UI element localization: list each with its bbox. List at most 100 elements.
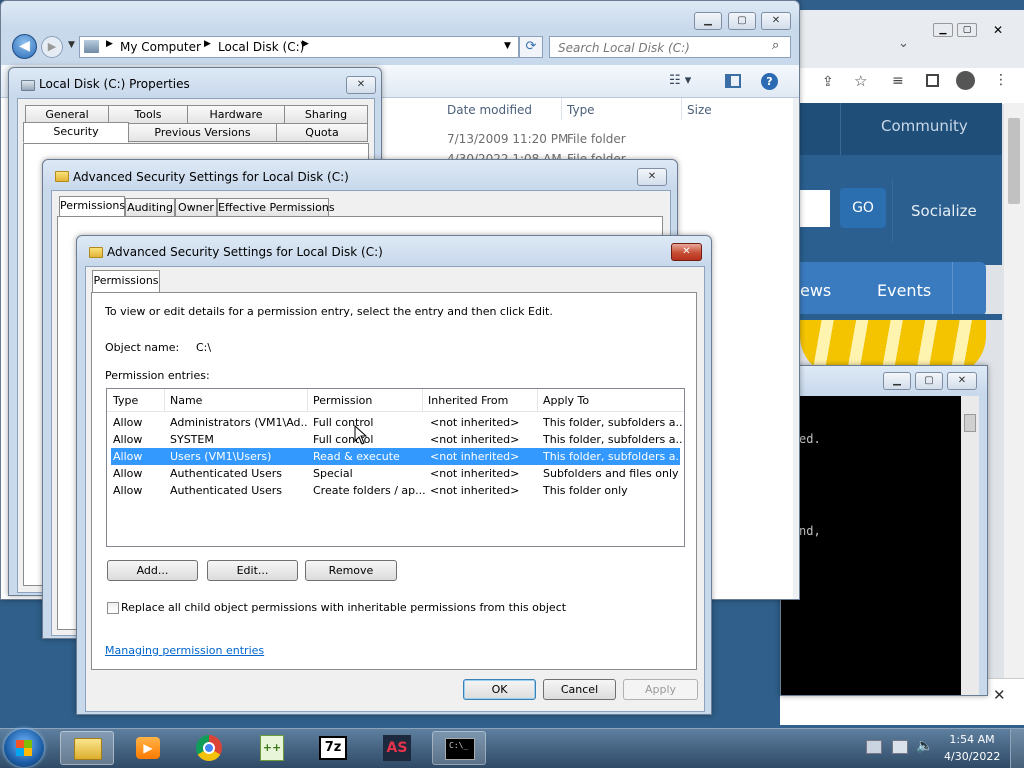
column-name[interactable]: Name [170,394,202,407]
breadcrumb-my-computer[interactable]: My Computer [120,40,201,54]
scrollbar-thumb[interactable] [1008,118,1020,204]
share-icon[interactable]: ⇪ [822,74,834,90]
cell-permission: Full control [313,416,374,429]
tray-network-warning-icon[interactable] [866,740,882,754]
taskbar-chrome[interactable] [183,731,237,765]
view-options-icon[interactable]: ☷ ▾ [669,73,691,88]
tab-owner[interactable]: Owner [175,198,217,217]
start-button[interactable] [4,729,44,767]
mouse-cursor-icon [354,425,368,445]
close-button[interactable]: ✕ [671,243,702,261]
address-dropdown-icon[interactable]: ▼ [504,41,511,51]
maximize-button[interactable]: ▢ [915,372,943,390]
tab-permissions[interactable]: Permissions [59,196,125,217]
column-apply-to[interactable]: Apply To [543,394,589,407]
table-row-selected[interactable]: Allow Users (VM1\Users) Read & execute <… [111,448,683,465]
menu-dots-icon[interactable]: ⋮ [994,72,1008,88]
help-icon[interactable]: ? [761,73,778,90]
table-row[interactable]: Allow SYSTEM Full control <not inherited… [111,431,683,448]
table-row[interactable]: Allow Authenticated Users Special <not i… [111,465,680,482]
folder-icon [89,247,103,258]
star-icon[interactable]: ☆ [854,72,867,90]
edit-button[interactable]: Edit... [207,560,298,581]
column-inherited-from[interactable]: Inherited From [428,394,508,407]
site-search-input[interactable] [798,190,830,227]
minimize-button[interactable]: ▁ [883,372,911,390]
show-desktop-button[interactable] [1010,729,1024,768]
table-row[interactable]: Allow Authenticated Users Create folders… [111,482,680,499]
close-icon[interactable]: ✕ [983,23,1013,37]
tab-sharing[interactable]: Sharing [284,105,368,124]
cell-type: Allow [113,484,143,497]
minimize-button[interactable]: ▁ [694,12,722,30]
tab-previous-versions[interactable]: Previous Versions [128,123,277,142]
tray-network-icon[interactable] [892,740,908,754]
column-size[interactable]: Size [687,103,712,117]
chrome-icon [196,735,222,761]
permission-entries-list[interactable]: Type Name Permission Inherited From Appl… [106,388,685,547]
nav-news[interactable]: ews [800,281,831,300]
remove-button[interactable]: Remove [305,560,397,581]
profile-avatar-icon[interactable] [956,71,975,90]
command-prompt-icon: C:\_ [445,738,475,760]
replace-permissions-checkbox[interactable] [107,602,119,614]
search-input[interactable]: Search Local Disk (C:) ⌕ [549,36,791,58]
7zip-icon: 7z [319,736,347,760]
apply-button: Apply [623,679,698,700]
cancel-button[interactable]: Cancel [543,679,616,700]
folder-icon [55,171,69,182]
breadcrumb-local-disk[interactable]: Local Disk (C:) [218,40,304,54]
nav-events[interactable]: Events [877,281,931,300]
sidebar-icon[interactable] [926,74,939,87]
clock-time[interactable]: 1:54 AM [944,733,1000,746]
close-button[interactable]: ✕ [637,168,667,186]
column-type[interactable]: Type [113,394,138,407]
table-row[interactable]: Allow Administrators (VM1\Ad... Full con… [111,414,683,431]
recent-pages-chevron-icon[interactable]: ▼ [68,40,75,50]
tab-quota[interactable]: Quota [276,123,368,142]
console-scrollbar[interactable] [961,396,979,695]
column-permission[interactable]: Permission [313,394,372,407]
taskbar-7zip[interactable]: 7z [307,731,361,765]
maximize-icon[interactable]: ▢ [957,23,977,37]
add-button[interactable]: Add... [107,560,198,581]
replace-permissions-label[interactable]: Replace all child object permissions wit… [121,601,566,614]
close-button[interactable]: ✕ [346,76,376,94]
reading-list-icon[interactable]: ≡ [892,73,904,89]
taskbar-media-player[interactable]: ▶ [122,731,176,765]
cell-apply-to: This folder, subfolders a... [543,450,683,463]
close-button[interactable]: ✕ [761,12,791,30]
nav-community[interactable]: Community [881,117,968,135]
ok-button[interactable]: OK [463,679,536,700]
back-button[interactable]: ◀ [12,34,37,59]
taskbar-notepad-plus[interactable]: ++ [246,731,300,765]
column-type[interactable]: Type [567,103,595,117]
refresh-button[interactable]: ⟳ [519,36,543,58]
taskbar-explorer[interactable] [60,731,114,765]
go-button[interactable]: GO [840,188,886,228]
tab-permissions[interactable]: Permissions [92,270,160,293]
console-scroll-thumb[interactable] [964,414,976,432]
column-date-modified[interactable]: Date modified [447,103,532,117]
nav-socialize[interactable]: Socialize [911,202,977,220]
taskbar-app-studio[interactable]: AS [370,731,424,765]
preview-pane-icon[interactable] [725,74,741,88]
taskbar-command-prompt[interactable]: C:\_ [432,731,486,765]
close-download-bar-icon[interactable]: ✕ [993,686,1006,704]
address-bar[interactable]: ▶ My Computer ▶ Local Disk (C:) ▶ ▼ [79,36,519,58]
tab-effective-permissions[interactable]: Effective Permissions [217,198,335,217]
tray-volume-icon[interactable]: 🔈 [916,738,933,754]
tab-auditing[interactable]: Auditing [125,198,175,217]
chevron-down-icon[interactable]: ⌄ [898,36,909,51]
cell-apply-to: This folder only [543,484,628,497]
managing-permissions-link[interactable]: Managing permission entries [105,644,264,657]
tab-hardware[interactable]: Hardware [187,105,285,124]
clock-date[interactable]: 4/30/2022 [944,750,1000,763]
cell-permission: Read & execute [313,450,400,463]
close-button[interactable]: ✕ [947,372,977,390]
minimize-icon[interactable]: ▁ [933,23,953,37]
forward-button[interactable]: ▶ [41,36,63,58]
maximize-button[interactable]: ▢ [728,12,756,30]
vertical-scrollbar[interactable] [793,98,799,599]
tab-security[interactable]: Security [23,122,129,143]
